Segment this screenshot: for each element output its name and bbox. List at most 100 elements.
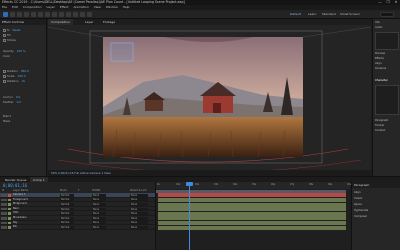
type-tool-icon[interactable] [59,12,64,17]
menu-animation[interactable]: Animation [73,5,88,9]
composition-canvas[interactable] [48,25,371,170]
prop-row[interactable]: Scale 100.0 [3,74,26,78]
parent-select[interactable]: None [130,207,148,211]
label-color-swatch[interactable] [8,207,11,211]
track-matte-select[interactable]: None [92,225,106,229]
layer-duration-bar[interactable] [158,220,346,225]
layer-duration-bar[interactable] [158,207,346,212]
paragraph-row[interactable]: Hyphenate [354,209,368,213]
label-color-swatch[interactable] [8,217,11,220]
checkbox-icon[interactable] [3,79,6,83]
prop-value[interactable]: 100 % [17,49,26,53]
menu-layer[interactable]: Layer [47,5,55,9]
label-color-swatch[interactable] [8,198,11,202]
blend-mode-select[interactable]: Normal [60,225,74,229]
panel-audio[interactable]: Audio [375,26,382,30]
panel-effects[interactable]: Effects [375,57,384,61]
panel-align[interactable]: Align [375,62,382,66]
search-help-input[interactable] [380,12,394,17]
workspace-default[interactable]: Default [290,12,301,17]
checkbox-icon[interactable] [3,69,6,73]
blend-mode-select[interactable]: Normal [60,202,74,206]
menu-effect[interactable]: Effect [60,5,69,9]
selection-tool-icon[interactable] [3,12,8,17]
prop-row[interactable]: Mask [3,119,13,123]
parent-select[interactable]: None [130,193,148,197]
prop-value[interactable]: 960.0 [21,69,29,73]
paragraph-row[interactable]: Indent [354,197,362,201]
prop-row[interactable]: Fill [3,33,14,37]
label-color-swatch[interactable] [8,226,11,229]
solo-icon[interactable] [4,194,7,197]
clone-tool-icon[interactable] [73,12,78,17]
paragraph-tab[interactable]: Paragraph [352,182,400,188]
paragraph-row[interactable]: Composer [354,215,367,219]
camera-tool-icon[interactable] [31,12,36,17]
checkbox-icon[interactable] [3,33,6,37]
rotate-tool-icon[interactable] [24,12,29,17]
solo-icon[interactable] [4,203,7,206]
menu-file[interactable]: File [2,5,7,9]
playhead[interactable] [189,182,190,250]
workspace-standard[interactable]: Standard [322,12,336,17]
parent-select[interactable]: None [130,202,148,206]
shape-tool-icon[interactable] [45,12,50,17]
checkbox-icon[interactable] [3,28,6,32]
workspace-small-screen[interactable]: Small Screen [340,12,360,17]
layer-duration-bar[interactable] [158,197,346,202]
menu-composition[interactable]: Composition [23,5,42,9]
label-color-swatch[interactable] [8,221,11,225]
pan-behind-tool-icon[interactable] [38,12,43,17]
parent-select[interactable]: None [130,225,148,229]
track-matte-select[interactable]: None [92,216,106,220]
col-layer-name[interactable]: Layer Name [13,189,28,192]
panel-libraries[interactable]: Libraries [375,67,386,71]
blend-mode-select[interactable]: Normal [60,221,74,225]
current-timecode[interactable]: 0;00;01;16 [3,183,27,188]
parent-select[interactable]: None [130,221,148,225]
blend-mode-select[interactable]: Normal [60,207,74,211]
layer-duration-bar[interactable] [158,193,346,198]
prop-row[interactable]: Anchor 0.0 [3,95,20,99]
prop-value[interactable]: Reset [13,28,21,32]
solo-icon[interactable] [4,221,7,225]
prop-value[interactable]: 100.0 [18,74,26,78]
menu-window[interactable]: Window [106,5,118,9]
prop-row[interactable]: Position 960.0 [3,69,29,73]
zoom-tool-icon[interactable] [17,12,22,17]
prop-row[interactable]: Rotation 0x [3,79,25,83]
puppet-tool-icon[interactable] [87,12,92,17]
prop-row[interactable]: Blend [3,114,14,118]
menu-help[interactable]: Help [123,5,130,9]
effect-controls-tab[interactable]: Effect Controls [0,19,46,25]
paragraph-row[interactable]: Align [354,191,361,195]
solo-icon[interactable] [4,212,7,215]
solo-icon[interactable] [4,207,7,211]
layer-duration-bar[interactable] [158,202,346,207]
layer-name[interactable]: BG [13,225,17,230]
panel-info[interactable]: Info [375,21,380,25]
layer-row[interactable]: BG Normal None None [0,225,155,230]
solo-icon[interactable] [4,198,7,202]
menu-view[interactable]: View [94,5,101,9]
layer-duration-bar[interactable] [158,225,346,230]
prop-value[interactable]: 0x [22,79,25,83]
workspace-learn[interactable]: Learn [308,12,316,17]
prop-row[interactable]: Stroke [3,38,19,42]
parent-select[interactable]: None [130,216,148,220]
prop-value[interactable]: 0.0 [17,100,21,104]
panel-character[interactable]: Character [375,79,388,83]
prop-row[interactable]: Color [3,54,13,58]
prop-row[interactable]: Feather 0.0 [3,100,21,104]
blend-mode-select[interactable]: Normal [60,216,74,220]
solo-icon[interactable] [4,217,7,220]
layer-duration-bar[interactable] [158,211,346,216]
label-color-swatch[interactable] [8,203,11,206]
track-matte-select[interactable]: None [92,207,106,211]
prop-value[interactable]: 0.0 [16,95,20,99]
checkbox-icon[interactable] [3,38,6,42]
track-matte-select[interactable]: None [92,202,106,206]
track-matte-select[interactable]: None [92,221,106,225]
blend-mode-select[interactable]: Normal [60,198,74,202]
blend-mode-select[interactable]: Normal [60,193,74,197]
